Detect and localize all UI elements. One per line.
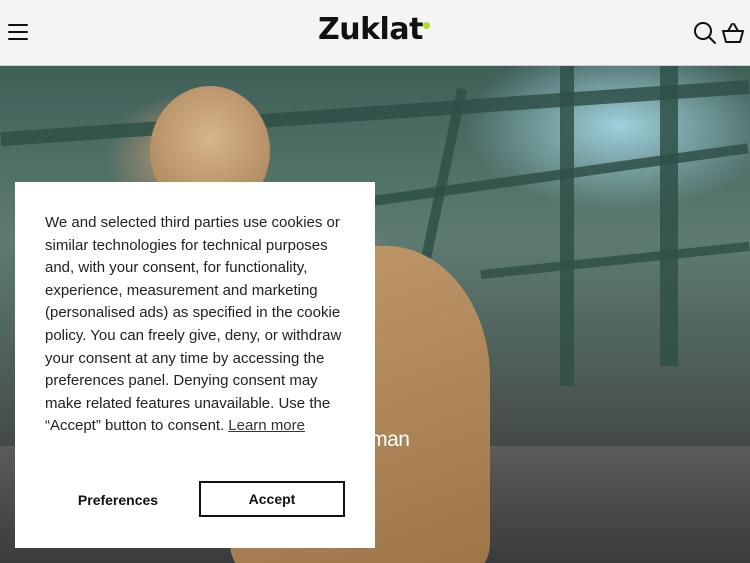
learn-more-link[interactable]: Learn more	[228, 417, 305, 434]
basket-icon[interactable]	[721, 21, 745, 45]
cookie-message-text: We and selected third parties use cookie…	[45, 214, 342, 435]
cookie-consent-dialog: We and selected third parties use cookie…	[15, 182, 375, 548]
cookie-message: We and selected third parties use cookie…	[45, 212, 345, 438]
logo-accent-dot	[423, 22, 430, 29]
accept-button[interactable]: Accept	[199, 481, 345, 517]
preferences-button[interactable]: Preferences	[67, 482, 169, 518]
hamburger-menu-icon[interactable]	[8, 24, 28, 42]
site-logo[interactable]: Zuklat	[318, 12, 423, 48]
search-icon[interactable]	[693, 21, 717, 45]
site-header: Zuklat	[0, 0, 750, 66]
